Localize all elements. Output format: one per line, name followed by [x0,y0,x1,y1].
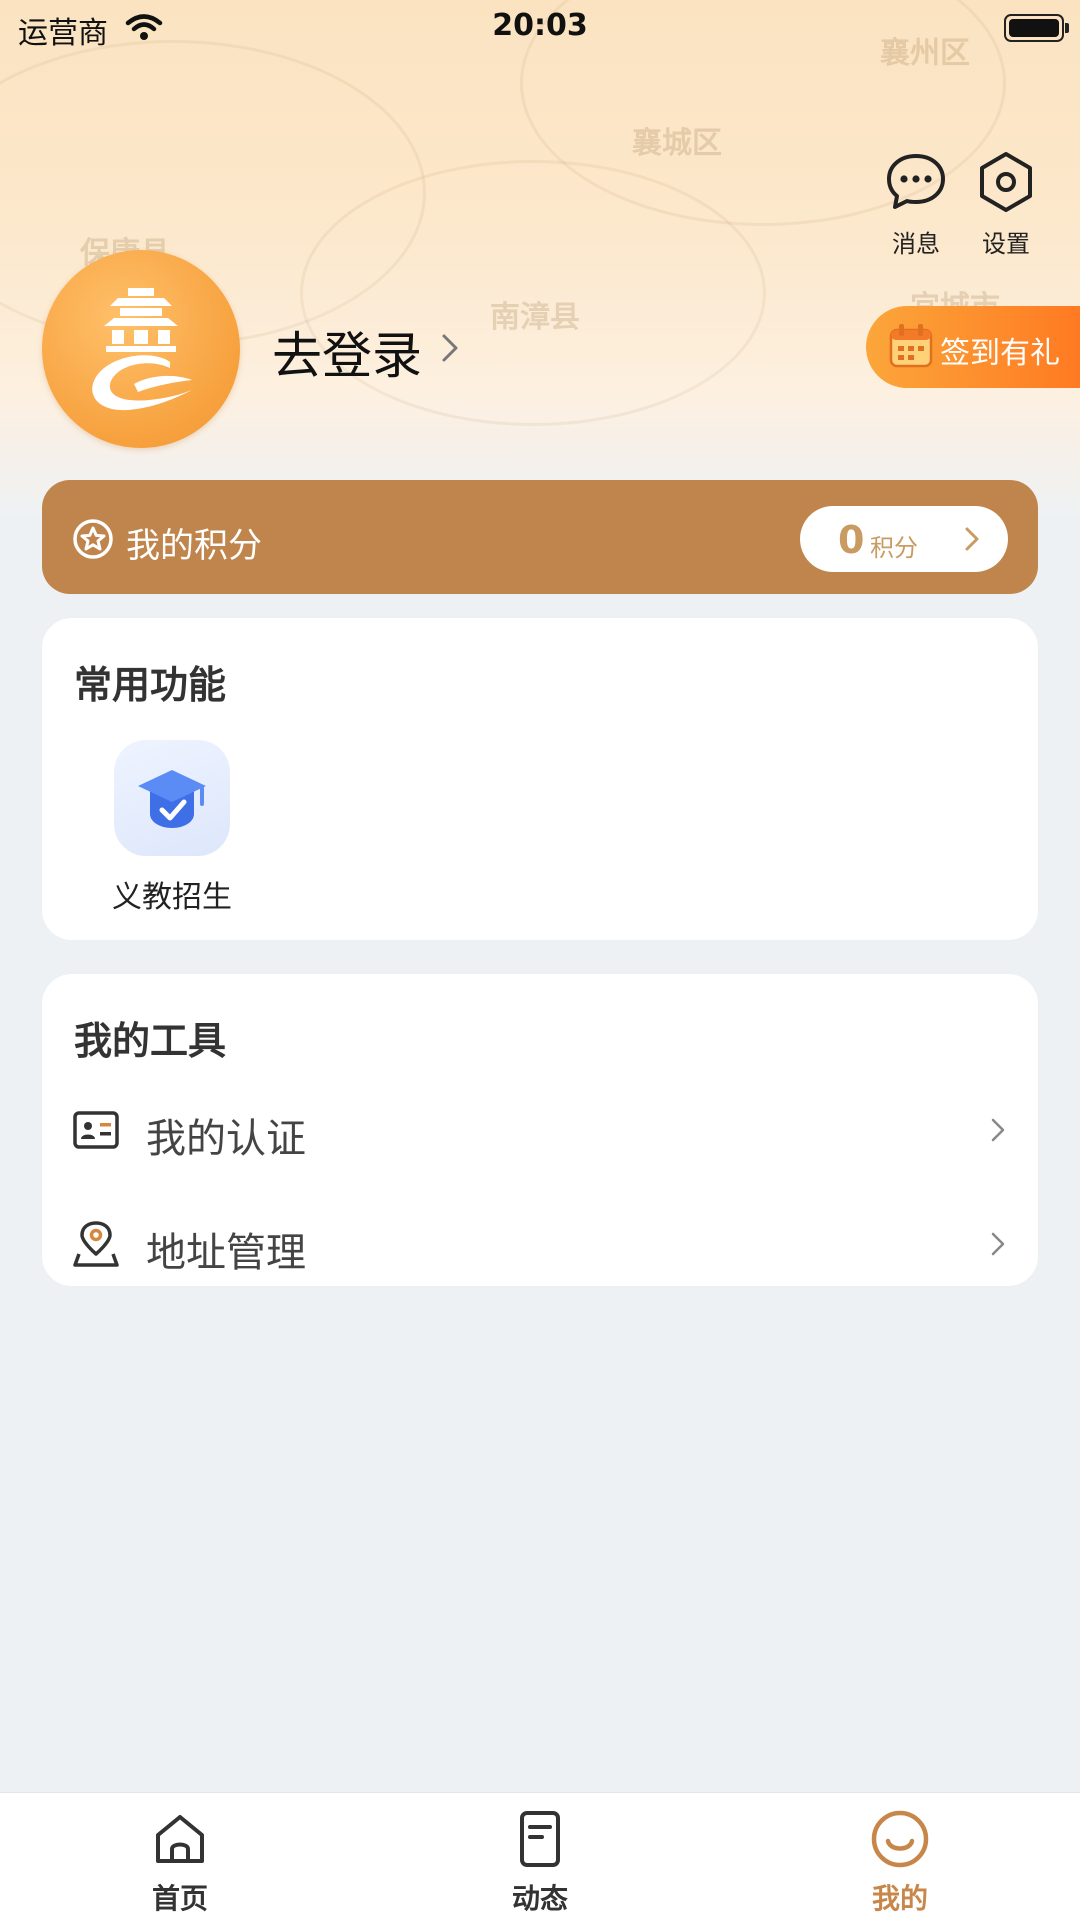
chevron-right-icon [442,334,458,362]
nav-mine[interactable]: 我的 [840,1809,960,1917]
points-unit: 积分 [870,534,918,562]
city-logo-icon [92,288,192,411]
tool-label: 地址管理 [146,1230,306,1276]
chevron-right-icon [965,527,979,551]
points-value: 0 [838,518,865,562]
graduation-cap-icon [138,770,206,828]
clock: 20:03 [492,8,588,43]
settings-label: 设置 [982,230,1030,258]
points-pill[interactable]: 0 积分 [800,506,1008,572]
map-label: 襄城区 [632,126,722,161]
points-title: 我的积分 [126,526,262,566]
my-tools-card: 我的工具 我的认证 地址管理 [42,974,1038,1286]
my-tools-title: 我的工具 [74,1019,227,1063]
nav-home[interactable]: 首页 [120,1809,240,1917]
function-label: 义教招生 [112,880,232,915]
function-icon-tile [114,740,230,856]
my-points-bar[interactable]: 我的积分 0 积分 [42,480,1038,594]
tool-label: 我的认证 [146,1116,306,1162]
chevron-right-icon [991,1232,1005,1256]
map-label: 南漳县 [490,300,580,335]
settings-hexagon-icon [980,152,1032,212]
tool-row-address[interactable]: 地址管理 [42,1194,1038,1294]
location-pin-icon [73,1221,119,1267]
status-bar: 运营商 20:03 [0,0,1080,54]
nav-label: 首页 [151,1882,208,1915]
signin-reward-button[interactable]: 签到有礼 [866,306,1080,388]
nav-label: 动态 [511,1882,568,1915]
nav-label: 我的 [871,1882,928,1915]
settings-button[interactable]: 设置 [966,150,1046,259]
avatar[interactable] [42,250,240,448]
profile-icon [871,1810,929,1868]
id-card-icon [73,1111,119,1149]
function-item-enrollment[interactable]: 义教招生 [102,740,242,916]
chevron-right-icon [991,1118,1005,1142]
signin-label: 签到有礼 [940,336,1060,371]
nav-news[interactable]: 动态 [480,1809,600,1917]
document-icon [520,1811,560,1867]
login-link[interactable]: 去登录 [272,316,422,388]
calendar-icon [889,324,933,368]
home-icon [156,1815,204,1863]
common-functions-title: 常用功能 [74,663,227,707]
bottom-navigation: 首页 动态 我的 [0,1792,1080,1921]
tool-row-verification[interactable]: 我的认证 [42,1080,1038,1180]
star-badge-icon [73,519,113,559]
messages-button[interactable]: 消息 [876,150,956,259]
common-functions-card: 常用功能 义教招生 [42,618,1038,940]
message-bubble-icon [887,154,945,209]
messages-label: 消息 [892,230,940,258]
battery-icon [1004,14,1069,42]
